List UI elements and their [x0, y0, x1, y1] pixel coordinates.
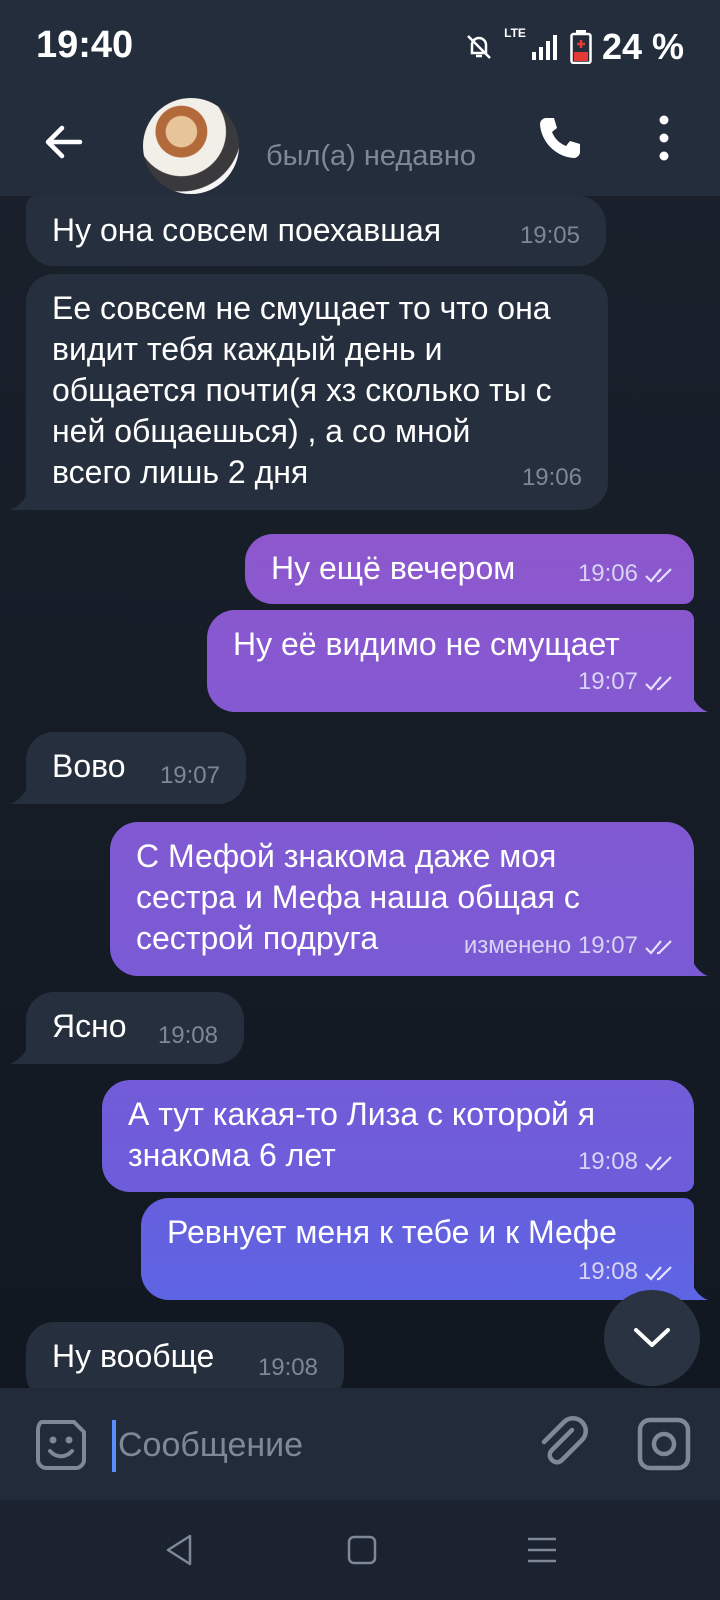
bubble-tail — [690, 690, 708, 712]
battery-icon — [570, 30, 592, 64]
system-nav-bar — [0, 1500, 720, 1600]
status-time: 19:40 — [36, 24, 134, 66]
message-time-label: 19:06 — [577, 560, 638, 587]
more-vertical-icon[interactable] — [648, 112, 680, 164]
camera-icon[interactable] — [636, 1416, 692, 1472]
message-time: 19:05 — [519, 222, 580, 249]
mute-bell-icon — [467, 35, 492, 59]
message-text: Ну её видимо не смущает — [233, 626, 620, 662]
message-text: Ревнует меня к тебе и к Мефе — [167, 1214, 617, 1250]
message-time-label: изменено 19:07 — [463, 932, 638, 959]
message-bubble-incoming[interactable]: Вово 19:07 — [26, 732, 246, 804]
message-time-label: 19:08 — [577, 1148, 638, 1175]
bubble-tail — [690, 954, 708, 976]
bubble-tail — [10, 488, 30, 510]
message-text: Ну она совсем поехавшая — [52, 212, 442, 248]
message-bubble-incoming[interactable]: Ясно 19:08 — [26, 992, 244, 1064]
message-bubble-outgoing[interactable]: Ну ещё вечером 19:06 — [245, 534, 694, 604]
back-arrow-icon[interactable] — [36, 114, 92, 170]
message-time: 19:07 — [578, 661, 674, 702]
message-time: изменено 19:07 — [464, 925, 674, 966]
nav-back-icon[interactable] — [160, 1530, 200, 1570]
nav-home-icon[interactable] — [344, 1532, 380, 1568]
message-bubble-incoming[interactable]: Ну вообще 19:08 — [26, 1322, 344, 1388]
message-time: 19:08 — [578, 1251, 674, 1292]
message-bubble-incoming[interactable]: Ее совсем не смущает то что она видит те… — [26, 274, 608, 510]
last-seen-status: был(а) недавно — [266, 140, 476, 172]
message-time: 19:06 — [521, 464, 582, 491]
signal-icon — [531, 35, 557, 60]
scroll-to-bottom-button[interactable] — [604, 1290, 700, 1386]
message-time: 19:07 — [159, 762, 220, 789]
message-time-label: 19:07 — [577, 668, 638, 695]
phone-icon[interactable] — [536, 114, 584, 162]
status-icons: LTE 24 % — [464, 26, 684, 68]
double-check-icon — [645, 567, 672, 583]
paperclip-icon[interactable] — [534, 1414, 590, 1470]
sticker-emoji-icon[interactable] — [34, 1418, 88, 1472]
message-bubble-outgoing[interactable]: Ну её видимо не смущает 19:07 — [207, 610, 694, 712]
message-time: 19:06 — [578, 553, 674, 594]
message-list[interactable]: Ну она совсем поехавшая 19:05 Ее совсем … — [0, 196, 720, 1388]
double-check-icon — [645, 675, 672, 691]
message-bubble-outgoing[interactable]: Ревнует меня к тебе и к Мефе 19:08 — [141, 1198, 694, 1300]
message-bubble-outgoing[interactable]: А тут какая-то Лиза с которой я знакома … — [102, 1080, 694, 1192]
battery-percent: 24 % — [601, 26, 684, 67]
message-bubble-outgoing[interactable]: С Мефой знакома даже моя сестра и Мефа н… — [110, 822, 694, 976]
message-bubble-incoming[interactable]: Ну она совсем поехавшая 19:05 — [26, 196, 606, 266]
double-check-icon — [645, 1265, 672, 1281]
message-time: 19:08 — [578, 1141, 674, 1182]
chat-header: был(а) недавно — [0, 96, 720, 196]
message-input[interactable] — [116, 1416, 500, 1474]
message-composer — [0, 1388, 720, 1500]
message-time: 19:08 — [257, 1354, 318, 1381]
message-time-label: 19:08 — [577, 1258, 638, 1285]
double-check-icon — [645, 1155, 672, 1171]
contact-avatar[interactable] — [143, 98, 239, 194]
status-bar: 19:40 LTE 24 % — [0, 0, 720, 96]
bubble-tail — [10, 1042, 30, 1064]
message-time: 19:08 — [157, 1022, 218, 1049]
network-type-label: LTE — [504, 26, 526, 40]
message-text: Ее совсем не смущает то что она видит те… — [52, 290, 552, 490]
chevron-down-icon — [634, 1328, 670, 1347]
bubble-tail — [10, 782, 30, 804]
nav-menu-icon[interactable] — [524, 1532, 560, 1568]
double-check-icon — [645, 939, 672, 955]
bubble-tail — [690, 1278, 708, 1300]
